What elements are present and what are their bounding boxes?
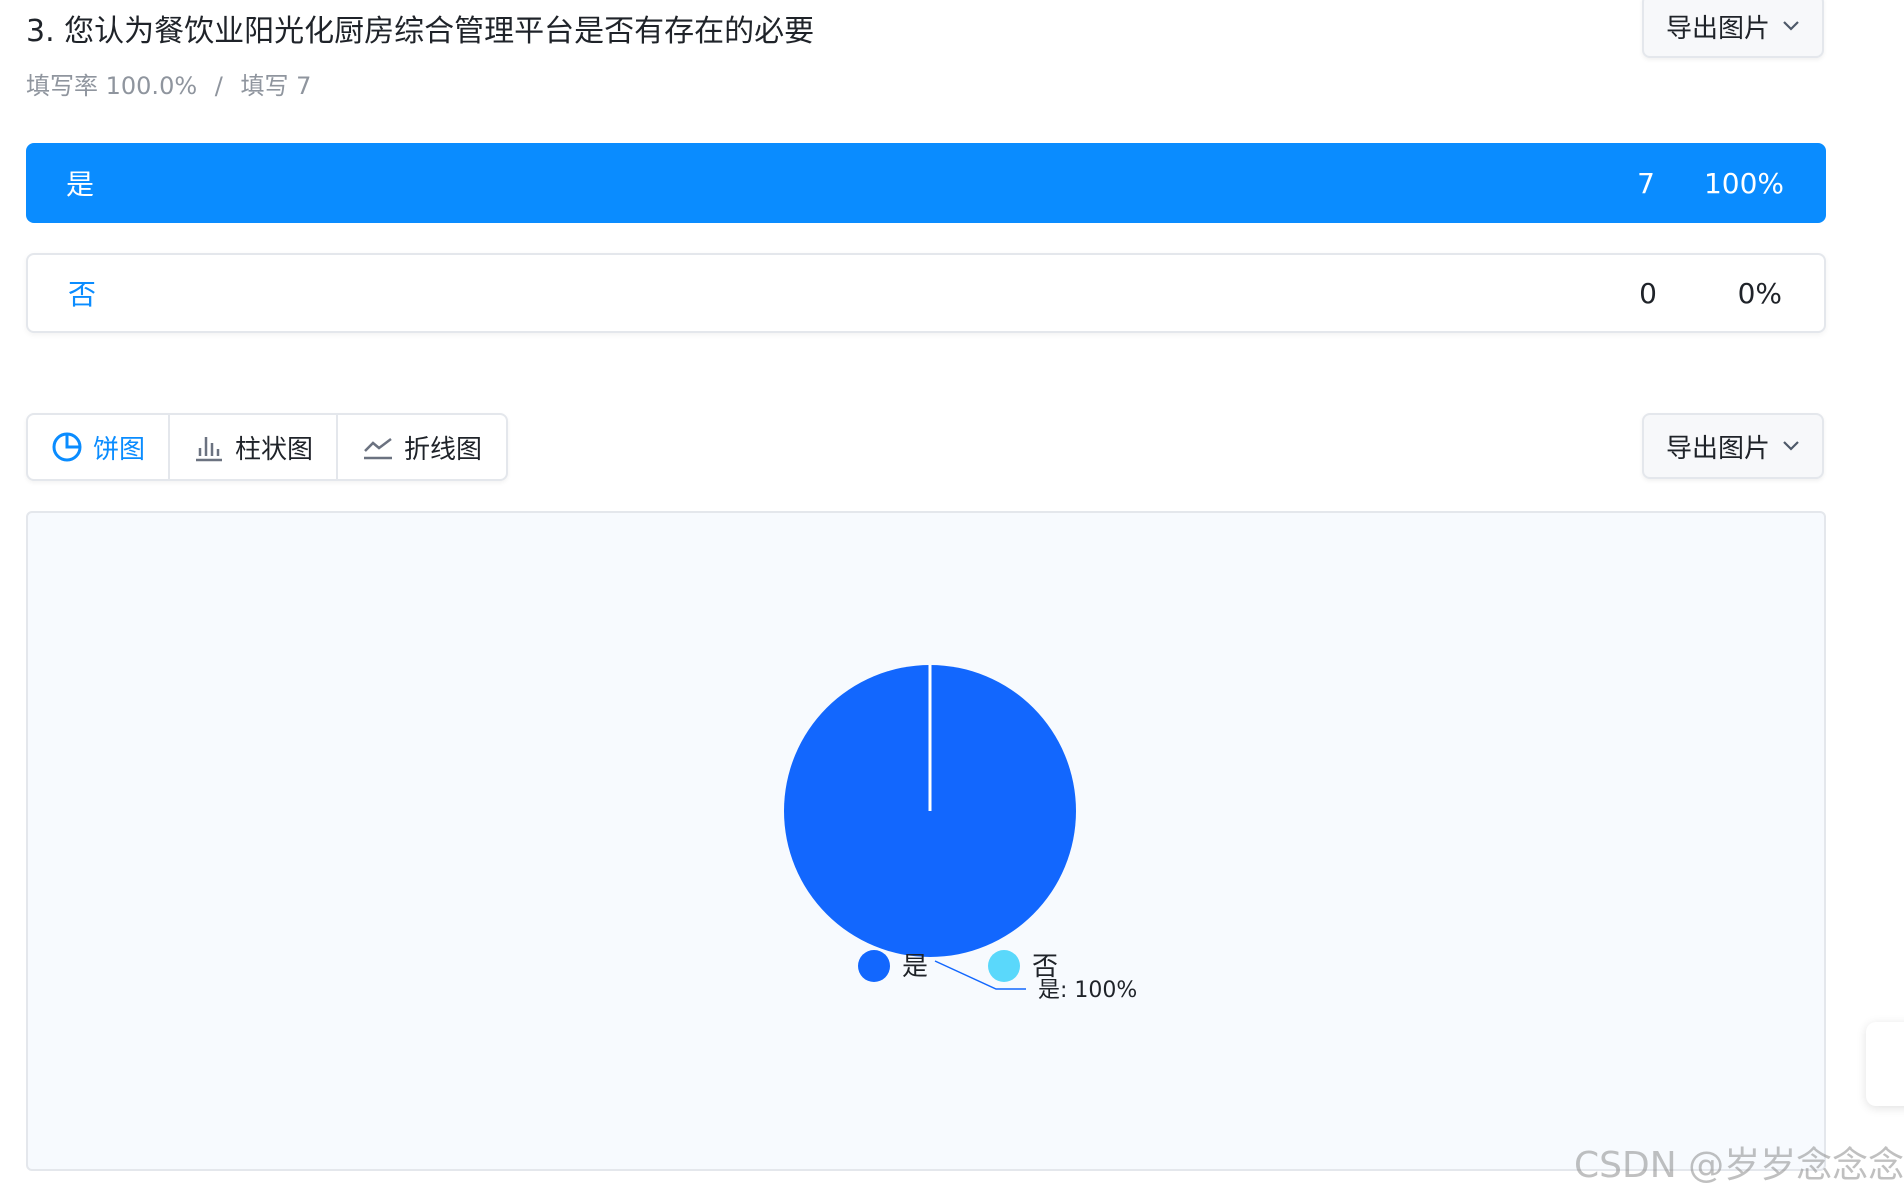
meta-separator: /: [214, 72, 223, 100]
pie-chart: 是: 100%是否: [784, 665, 1137, 1003]
watermark: CSDN @岁岁念念念: [1574, 1145, 1904, 1186]
fill-count: 填写 7: [240, 72, 312, 100]
pie-chart-icon: [51, 431, 83, 463]
bar-chart-icon: [193, 431, 225, 463]
option-count: 7: [1637, 166, 1655, 200]
export-label: 导出图片: [1665, 433, 1770, 464]
option-row-yes: 是 7 100%: [26, 143, 1826, 223]
tab-label: 折线图: [403, 434, 482, 465]
line-chart-icon: [362, 431, 394, 463]
chart-type-tabs: 饼图 柱状图 折线图: [26, 413, 508, 481]
tab-label: 柱状图: [234, 434, 313, 465]
legend-marker[interactable]: [858, 950, 890, 982]
option-label: 是: [66, 168, 95, 201]
export-label: 导出图片: [1665, 13, 1770, 44]
floating-side-widget[interactable]: [1866, 1022, 1904, 1106]
fill-rate: 填写率 100.0%: [26, 72, 198, 100]
chevron-down-icon: [1782, 20, 1800, 32]
legend-marker[interactable]: [988, 950, 1020, 982]
tab-line-chart[interactable]: 折线图: [338, 415, 506, 479]
export-image-button-chart[interactable]: 导出图片: [1642, 413, 1824, 479]
option-row-no: 否 0 0%: [26, 253, 1826, 333]
chart-panel: 是: 100% 是否: [26, 511, 1826, 1171]
question-title: 3. 您认为餐饮业阳光化厨房综合管理平台是否有存在的必要: [26, 14, 815, 49]
option-count: 0: [1639, 276, 1657, 310]
tab-bar-chart[interactable]: 柱状图: [170, 415, 338, 479]
legend-label[interactable]: 是: [902, 952, 928, 982]
tab-pie-chart[interactable]: 饼图: [28, 415, 170, 479]
export-image-button-top[interactable]: 导出图片: [1642, 0, 1824, 58]
legend-label[interactable]: 否: [1032, 952, 1058, 982]
survey-result-page: 3. 您认为餐饮业阳光化厨房综合管理平台是否有存在的必要 填写率 100.0% …: [0, 0, 1904, 1192]
question-meta: 填写率 100.0% / 填写 7: [26, 66, 311, 106]
chevron-down-icon: [1782, 440, 1800, 452]
option-percent: 0%: [1737, 276, 1782, 310]
option-percent: 100%: [1703, 166, 1784, 200]
tab-label: 饼图: [92, 434, 145, 465]
option-label: 否: [68, 278, 97, 311]
